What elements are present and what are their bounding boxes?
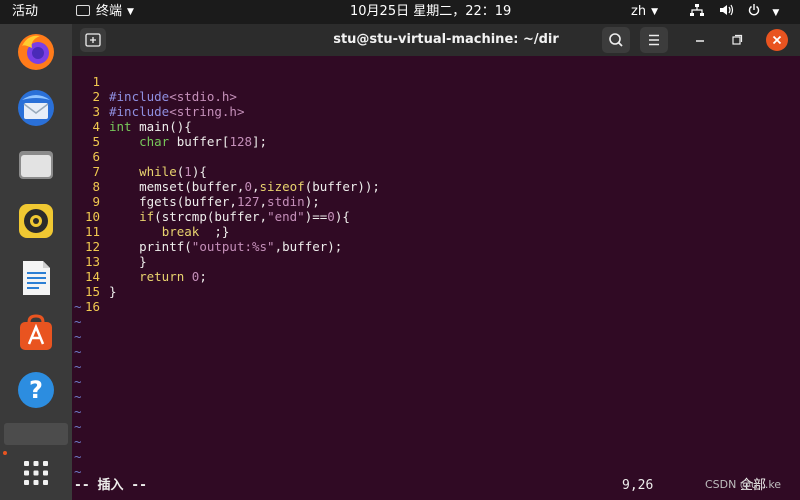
line-text: printf("output:%s",buffer); [109,239,343,254]
terminal-icon [76,5,90,16]
dock: ? [0,24,72,500]
close-icon [772,35,782,45]
tilde-marker: ~ [74,404,82,419]
tilde-marker: ~ [74,434,82,449]
code-line: 3 int main(){ [72,89,191,134]
dock-item-thunderbird[interactable] [12,84,60,132]
close-button[interactable] [766,29,788,51]
app-menu[interactable]: 终端 ▼ [76,0,134,24]
help-icon: ? [18,372,54,408]
code-line: 4 char buffer[128]; [72,104,267,149]
line-text: if(strcmp(buffer,"end")==0){ [139,209,350,224]
cursor-position: 9,26 [622,478,654,493]
line-text: fgets(buffer,127,stdin); [109,194,320,209]
thunderbird-icon [18,90,54,126]
tilde-marker: ~ [74,389,82,404]
tilde-marker: ~ [74,344,82,359]
menu-button[interactable] [640,27,668,53]
code-line: 6 while(1){ [72,134,206,179]
dock-item-rhythmbox[interactable] [12,197,60,245]
line-text: memset(buffer,0,sizeof(buffer)); [109,179,380,194]
hamburger-menu-icon [649,34,659,46]
code-line: 1 #include<stdio.h> [72,59,236,104]
code-line: 9 if(strcmp(buffer,"end")==0){ [72,179,349,224]
search-icon [609,33,623,47]
new-tab-icon [85,33,101,47]
code-line: 15 [72,269,117,299]
tilde-marker: ~ [74,329,82,344]
code-line: 10 break ;} [72,194,230,239]
line-text: break ;} [161,224,230,239]
code-line: 16 [72,284,117,314]
software-center-icon [20,314,52,350]
top-bar: 活动 终端 ▼ 10月25日 星期二，22：19 zh ▼ ▼ [0,0,800,24]
code-line: 12 } [72,224,147,269]
new-tab-button[interactable] [80,28,106,52]
code-line: 8 fgets(buffer,127,stdin); [72,164,319,209]
tilde-marker: ~ [74,374,82,389]
dock-item-files[interactable] [12,141,60,189]
libreoffice-writer-icon [23,261,50,295]
code-line: 5 [72,119,117,149]
minimize-button[interactable] [686,27,714,53]
network-icon [690,4,704,16]
line-text: #include<string.h> [109,104,245,119]
tilde-marker: ~ [74,314,82,329]
tilde-marker: ~ [74,299,82,314]
minimize-icon [696,40,704,42]
line-text: char buffer[128]; [139,134,268,149]
app-grid-icon [24,461,48,485]
volume-icon [720,4,734,16]
maximize-button[interactable] [723,27,751,53]
tilde-marker: ~ [74,419,82,434]
files-icon [19,151,53,179]
svg-text:?: ? [29,376,43,404]
tilde-marker: ~ [74,359,82,374]
clock[interactable]: 10月25日 星期二，22：19 [350,0,511,24]
input-method-label: zh [631,4,647,19]
chevron-down-icon: ▼ [651,7,658,17]
rhythmbox-icon [19,204,53,238]
code-line: 14 } [72,254,117,299]
chevron-down-icon: ▼ [127,7,134,17]
dock-item-app-grid[interactable] [12,449,60,497]
power-icon [749,4,760,16]
mode-indicator: -- 插入 -- [74,478,147,493]
input-method-menu[interactable]: zh ▼ [631,0,658,24]
code-line: 13 return 0; [72,239,207,284]
dock-item-writer[interactable] [12,254,60,302]
code-line: 11 printf("output:%s",buffer); [72,209,342,254]
terminal-window: stu@stu-virtual-machine: ~/dir 1 #includ… [72,24,800,500]
dock-item-help[interactable]: ? [12,366,60,414]
title-bar: stu@stu-virtual-machine: ~/dir [72,24,800,56]
activities-button[interactable]: 活动 [12,0,38,24]
line-text: return 0; [139,269,207,284]
chevron-down-icon: ▼ [772,8,780,18]
restore-icon [732,34,743,45]
system-menu[interactable]: ▼ [690,0,788,24]
search-button[interactable] [602,27,630,53]
running-indicator [3,451,7,455]
vim-status-line: -- 插入 -- 9,26 全部 [72,476,800,496]
vim-editor[interactable]: 1 #include<stdio.h> 2 #include<string.h>… [72,56,800,479]
dock-item-firefox[interactable] [12,28,60,76]
tilde-marker: ~ [74,449,82,464]
dock-item-software[interactable] [12,310,60,358]
line-text: #include<stdio.h> [109,89,237,104]
line-text: int main(){ [109,119,192,134]
line-text: while(1){ [139,164,207,179]
app-menu-label: 终端 [96,4,123,19]
firefox-icon [18,34,54,70]
code-line: 7 memset(buffer,0,sizeof(buffer)); [72,149,379,194]
dock-separator [4,423,68,445]
code-line: 2 #include<string.h> [72,74,244,119]
watermark: CSDN @u...ke [705,478,782,491]
